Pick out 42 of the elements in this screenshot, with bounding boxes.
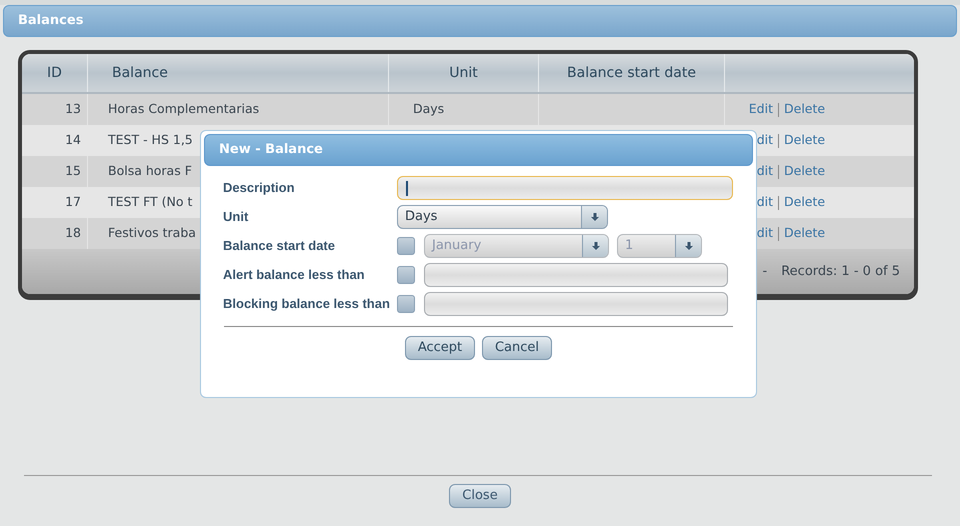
checkbox[interactable] <box>397 266 415 284</box>
id-cell-text: 13 <box>65 100 81 118</box>
column-header: Unit <box>449 64 478 82</box>
close-button[interactable]: Close <box>449 484 511 508</box>
field-label: Alert balance less than <box>223 266 366 284</box>
delete-link[interactable]: Delete <box>784 162 826 181</box>
balance-cell-text: Festivos traba <box>108 224 196 242</box>
cancel-button[interactable]: Cancel <box>482 336 552 360</box>
delete-link[interactable]: Delete <box>784 193 826 212</box>
dialog-title: New - Balance <box>219 141 323 160</box>
records-count: Records: 1 - 0 of 5 <box>781 262 900 281</box>
balance-cell-text: Horas Complementarias <box>108 100 260 118</box>
field-label: Balance start date <box>223 237 336 256</box>
blocking-field[interactable] <box>424 292 728 316</box>
field-label: Description <box>223 179 296 198</box>
column-header: Balance <box>112 64 168 82</box>
column-header: Balance start date <box>567 64 696 82</box>
accept-button[interactable]: Accept <box>405 336 475 360</box>
checkbox[interactable] <box>397 295 415 313</box>
balance-cell-text: Bolsa horas F <box>108 162 192 180</box>
pager-text: - <box>762 262 768 281</box>
field-label: Blocking balance less than <box>223 295 391 314</box>
window-title: Balances <box>18 12 84 30</box>
down-arrow-icon <box>590 212 600 222</box>
field-label: Unit <box>223 208 250 226</box>
alert-field[interactable] <box>424 263 728 287</box>
delete-link[interactable]: Delete <box>784 131 826 150</box>
id-cell-text: 17 <box>65 193 81 212</box>
balance-cell-text: TEST FT (No t <box>108 193 192 212</box>
id-cell-text: 14 <box>65 131 81 150</box>
delete-link[interactable]: Delete <box>784 224 826 243</box>
edit-link[interactable]: Edit <box>725 100 773 119</box>
id-cell-text: 18 <box>65 224 81 242</box>
unit-cell-text: Days <box>413 100 444 118</box>
column-header: ID <box>47 64 62 82</box>
balance-cell-text: TEST - HS 1,5 <box>108 131 193 150</box>
delete-link[interactable]: Delete <box>784 100 826 119</box>
down-arrow-icon <box>590 241 600 251</box>
description-field[interactable] <box>397 176 733 200</box>
unit-dropdown[interactable]: Days <box>397 205 608 229</box>
down-arrow-icon <box>684 241 694 251</box>
id-cell-text: 15 <box>65 162 81 180</box>
